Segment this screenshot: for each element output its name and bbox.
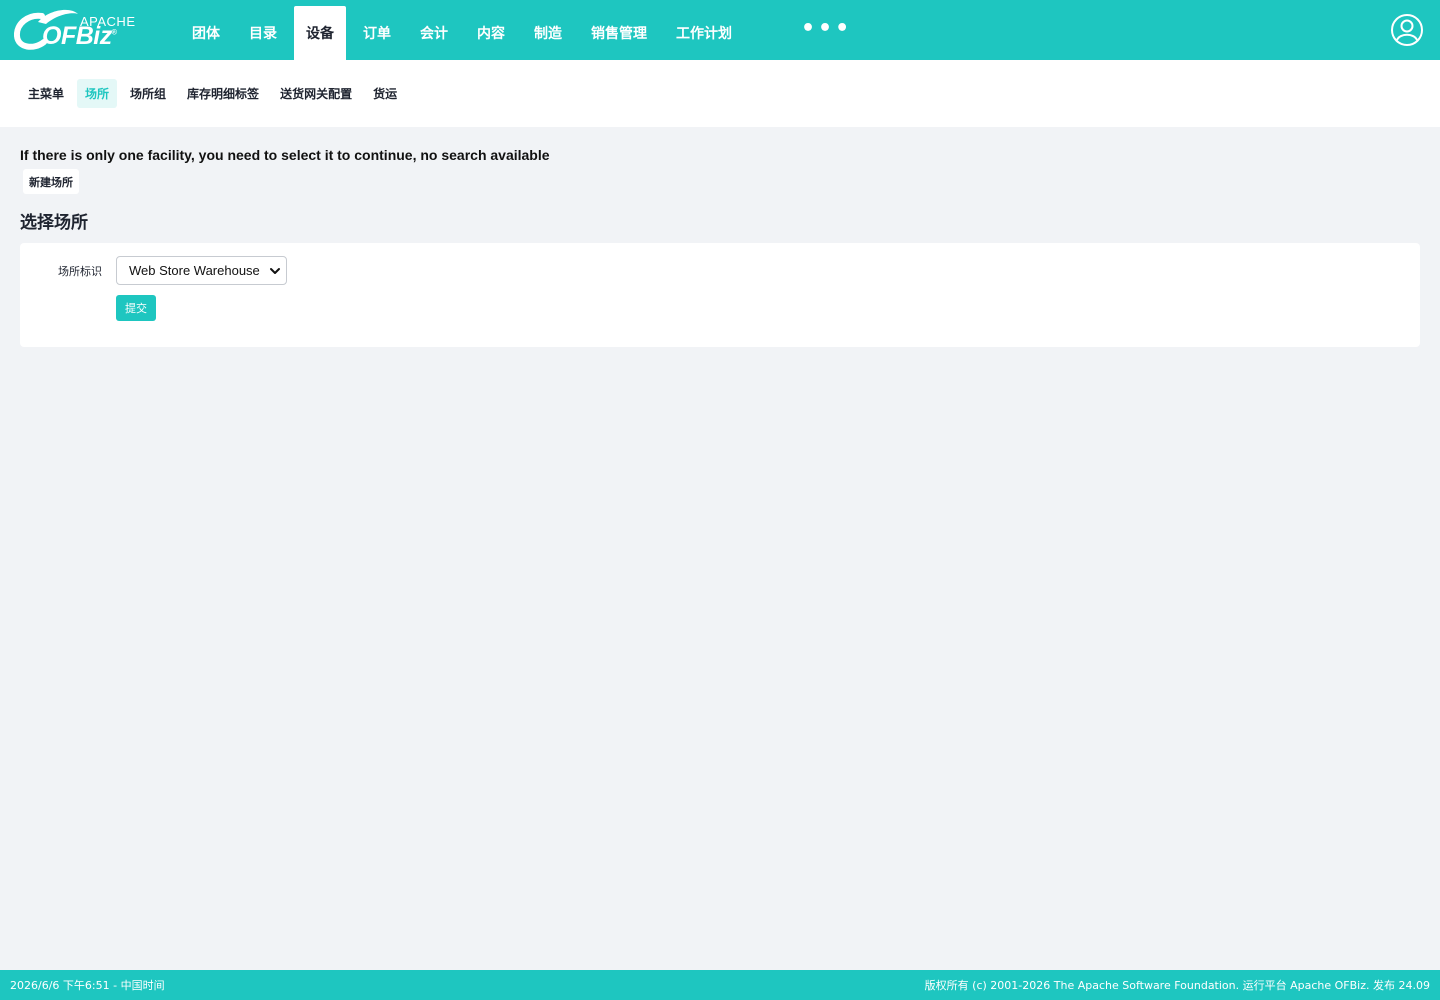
select-facility-form: 场所标识 Web Store Warehouse 提交: [20, 243, 1420, 347]
nav-item-sales-management[interactable]: 销售管理: [579, 6, 659, 60]
footer: 2026/6/6 下午6:51 - 中国时间 版权所有 (c) 2001-202…: [0, 970, 1440, 1000]
user-profile-button[interactable]: [1390, 13, 1424, 47]
subnav-item-main-menu[interactable]: 主菜单: [20, 79, 72, 108]
main-nav: 团体 目录 设备 订单 会计 内容 制造 销售管理 工作计划 •••: [180, 6, 864, 60]
facility-id-selected-value: Web Store Warehouse: [129, 263, 260, 278]
sub-nav: 主菜单 场所 场所组 库存明细标签 送货网关配置 货运: [0, 60, 1440, 127]
nav-item-accounting[interactable]: 会计: [408, 6, 460, 60]
nav-item-party[interactable]: 团体: [180, 6, 232, 60]
facility-id-label: 场所标识: [58, 265, 102, 278]
subnav-item-facility[interactable]: 场所: [77, 79, 118, 108]
nav-item-catalog[interactable]: 目录: [237, 6, 289, 60]
nav-more-button[interactable]: •••: [789, 6, 864, 60]
facility-id-select[interactable]: Web Store Warehouse: [116, 256, 287, 285]
notice-text: If there is only one facility, you need …: [20, 147, 550, 163]
logo-ofbiz-text: OFBiz®: [42, 22, 117, 51]
user-circle-icon: [1391, 14, 1423, 46]
nav-item-content[interactable]: 内容: [465, 6, 517, 60]
top-header: APACHE OFBiz® 团体 目录 设备 订单 会计 内容 制造 销售管理 …: [0, 0, 1440, 60]
logo-ofbiz-word: OFBiz: [42, 22, 112, 50]
chevron-down-icon: [270, 268, 280, 274]
subnav-item-inventory-labels[interactable]: 库存明细标签: [179, 79, 267, 108]
submit-button[interactable]: 提交: [116, 295, 156, 321]
new-facility-button[interactable]: 新建场所: [23, 169, 79, 194]
nav-item-order[interactable]: 订单: [351, 6, 403, 60]
nav-item-facility[interactable]: 设备: [294, 6, 346, 60]
ofbiz-logo[interactable]: APACHE OFBiz®: [14, 8, 136, 52]
footer-timestamp: 2026/6/6 下午6:51 - 中国时间: [10, 979, 165, 992]
subnav-item-shipping-gateway-config[interactable]: 送货网关配置: [272, 79, 360, 108]
subnav-item-shipment[interactable]: 货运: [365, 79, 405, 108]
nav-item-manufacturing[interactable]: 制造: [522, 6, 574, 60]
subnav-item-facility-group[interactable]: 场所组: [122, 79, 174, 108]
footer-copyright: 版权所有 (c) 2001-2026 The Apache Software F…: [924, 979, 1430, 992]
page-title: 选择场所: [20, 213, 88, 233]
nav-item-work-plan[interactable]: 工作计划: [664, 6, 744, 60]
logo-registered-mark: ®: [111, 29, 117, 37]
